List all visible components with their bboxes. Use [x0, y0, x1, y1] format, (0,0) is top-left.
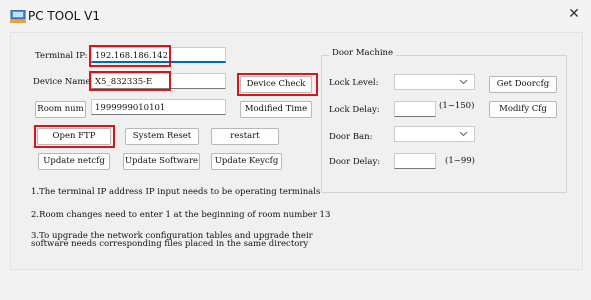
restart-button[interactable]: restart [211, 128, 279, 145]
pc-tool-icon [10, 10, 26, 23]
room-num-button[interactable]: Room num [35, 101, 86, 118]
main-panel: Terminal IP: 192.168.186.142 Device Name… [10, 32, 583, 270]
window-title: PC TOOL V1 [28, 9, 100, 23]
lock-delay-input[interactable] [394, 101, 436, 117]
door-delay-label: Door Delay: [329, 157, 381, 167]
get-doorcfg-button[interactable]: Get Doorcfg [489, 76, 557, 93]
modified-time-button[interactable]: Modified Time [240, 101, 312, 118]
update-netcfg-button[interactable]: Update netcfg [38, 153, 110, 170]
system-reset-button[interactable]: System Reset [125, 128, 199, 145]
lock-level-select[interactable] [394, 74, 475, 90]
door-ban-label: Door Ban: [329, 132, 373, 142]
door-delay-range: (1~99) [445, 156, 475, 166]
update-keycfg-button[interactable]: Update Keycfg [211, 153, 282, 170]
room-num-input[interactable]: 1999999010101 [91, 99, 226, 115]
terminal-ip-highlight [89, 45, 171, 67]
device-name-highlight [89, 71, 171, 91]
lock-delay-range: (1~150) [439, 101, 475, 111]
update-software-button[interactable]: Update Software [123, 153, 200, 170]
door-machine-title: Door Machine [329, 48, 397, 58]
modify-cfg-button[interactable]: Modify Cfg [489, 101, 557, 118]
lock-level-label: Lock Level: [329, 78, 379, 88]
door-delay-input[interactable] [394, 153, 436, 169]
close-icon[interactable]: ✕ [566, 6, 582, 22]
chevron-down-icon [459, 79, 468, 85]
note-2: 2.Room changes need to enter 1 at the be… [31, 210, 331, 220]
note-3-line-2: software needs corresponding files place… [31, 239, 309, 249]
device-check-highlight [237, 73, 318, 96]
open-ftp-highlight [34, 125, 115, 148]
lock-delay-label: Lock Delay: [329, 105, 380, 115]
title-bar: PC TOOL V1 ✕ [0, 0, 591, 32]
device-name-label: Device Name: [33, 77, 94, 87]
terminal-ip-label: Terminal IP: [35, 51, 88, 61]
chevron-down-icon [459, 131, 468, 137]
door-ban-select[interactable] [394, 126, 475, 142]
note-1: 1.The terminal IP address IP input needs… [31, 187, 321, 197]
